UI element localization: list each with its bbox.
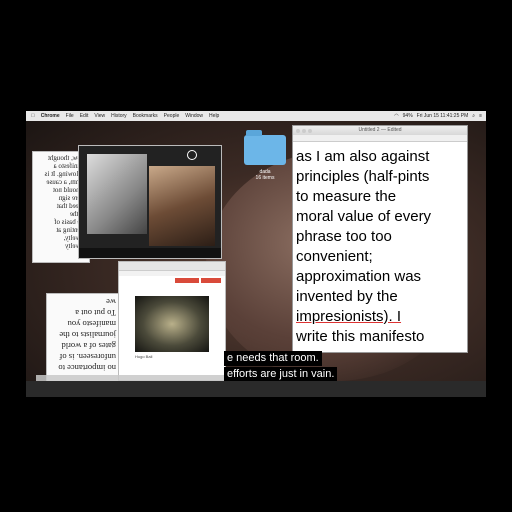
menu-view[interactable]: View xyxy=(94,113,105,119)
photo-stack xyxy=(149,166,215,246)
text-line: principles (half-pints xyxy=(296,168,430,185)
dada-photo xyxy=(135,296,209,352)
status-area: ◠ 94% Fri Jun 15 11:41:25 PM ⌕ ≡ xyxy=(390,111,482,121)
address-bar[interactable] xyxy=(119,271,225,276)
photo-booth-window[interactable] xyxy=(78,145,222,259)
misspelled-word: impresionists). I xyxy=(296,308,402,325)
text-window-left-bottom[interactable]: no importance to unforeseen. is of gates… xyxy=(46,293,120,383)
red-button[interactable] xyxy=(201,278,221,283)
photo-caption: Hugo Ball xyxy=(135,354,153,359)
text-line: as I am also against xyxy=(296,148,430,165)
photo-strip xyxy=(87,154,147,234)
textedit-titlebar: Untitled 2 — Edited xyxy=(293,126,467,135)
window-controls[interactable] xyxy=(296,128,314,137)
flipped-text-body: no importance to unforeseen. is of gates… xyxy=(58,297,116,373)
textedit-title: Untitled 2 — Edited xyxy=(358,127,402,133)
subtitle-line-2: efforts are just in vain. xyxy=(224,367,338,382)
menu-file[interactable]: File xyxy=(66,113,74,119)
subtitles: e needs that room. efforts are just in v… xyxy=(224,351,338,383)
text-line: moral value of every xyxy=(296,208,432,225)
menu-bookmarks[interactable]: Bookmarks xyxy=(133,113,158,119)
text-line: write this manifesto xyxy=(296,328,425,345)
search-icon[interactable]: ⌕ xyxy=(472,113,475,119)
menu-people[interactable]: People xyxy=(164,113,180,119)
flipped-text: no importance to unforeseen. is of gates… xyxy=(47,294,119,382)
photo-toolbar xyxy=(79,248,221,258)
menu-edit[interactable]: Edit xyxy=(80,113,89,119)
menu-window[interactable]: Window xyxy=(185,113,203,119)
screen-recording:  Chrome File Edit View History Bookmark… xyxy=(26,111,486,397)
textedit-window[interactable]: Untitled 2 — Edited as I am also against… xyxy=(292,125,468,353)
wifi-icon[interactable]: ◠ xyxy=(394,113,398,119)
browser-tabbar xyxy=(119,262,225,271)
textedit-document[interactable]: as I am also against principles (half-pi… xyxy=(293,142,467,347)
text-line: to measure the xyxy=(296,188,397,205)
folder-dada-label[interactable]: dada 16 items xyxy=(245,169,285,181)
video-bottom-bar xyxy=(26,381,486,397)
text-line: impresionists). I xyxy=(296,307,465,327)
subtitle-line-1: e needs that room. xyxy=(224,351,322,366)
clock[interactable]: Fri Jun 15 11:41:25 PM xyxy=(417,113,469,119)
apple-menu-icon[interactable]:  xyxy=(31,113,35,119)
folder-icon[interactable] xyxy=(244,130,286,165)
menu-help[interactable]: Help xyxy=(209,113,219,119)
red-button[interactable] xyxy=(175,278,199,283)
text-line: phrase too too xyxy=(296,228,392,245)
menu-list-icon[interactable]: ≡ xyxy=(479,113,482,119)
battery-text[interactable]: 94% xyxy=(403,113,413,119)
text-line: invented by the xyxy=(296,288,398,305)
menu-history[interactable]: History xyxy=(111,113,127,119)
browser-window[interactable]: Hugo Ball xyxy=(118,261,226,381)
camera-shutter-icon[interactable] xyxy=(187,150,197,160)
text-line: approximation was xyxy=(296,268,422,285)
textedit-toolbar[interactable] xyxy=(293,135,467,142)
menu-chrome[interactable]: Chrome xyxy=(41,113,60,119)
text-line: convenient; xyxy=(296,248,373,265)
folder-count: 16 items xyxy=(255,175,275,181)
menu-bar:  Chrome File Edit View History Bookmark… xyxy=(26,111,486,121)
